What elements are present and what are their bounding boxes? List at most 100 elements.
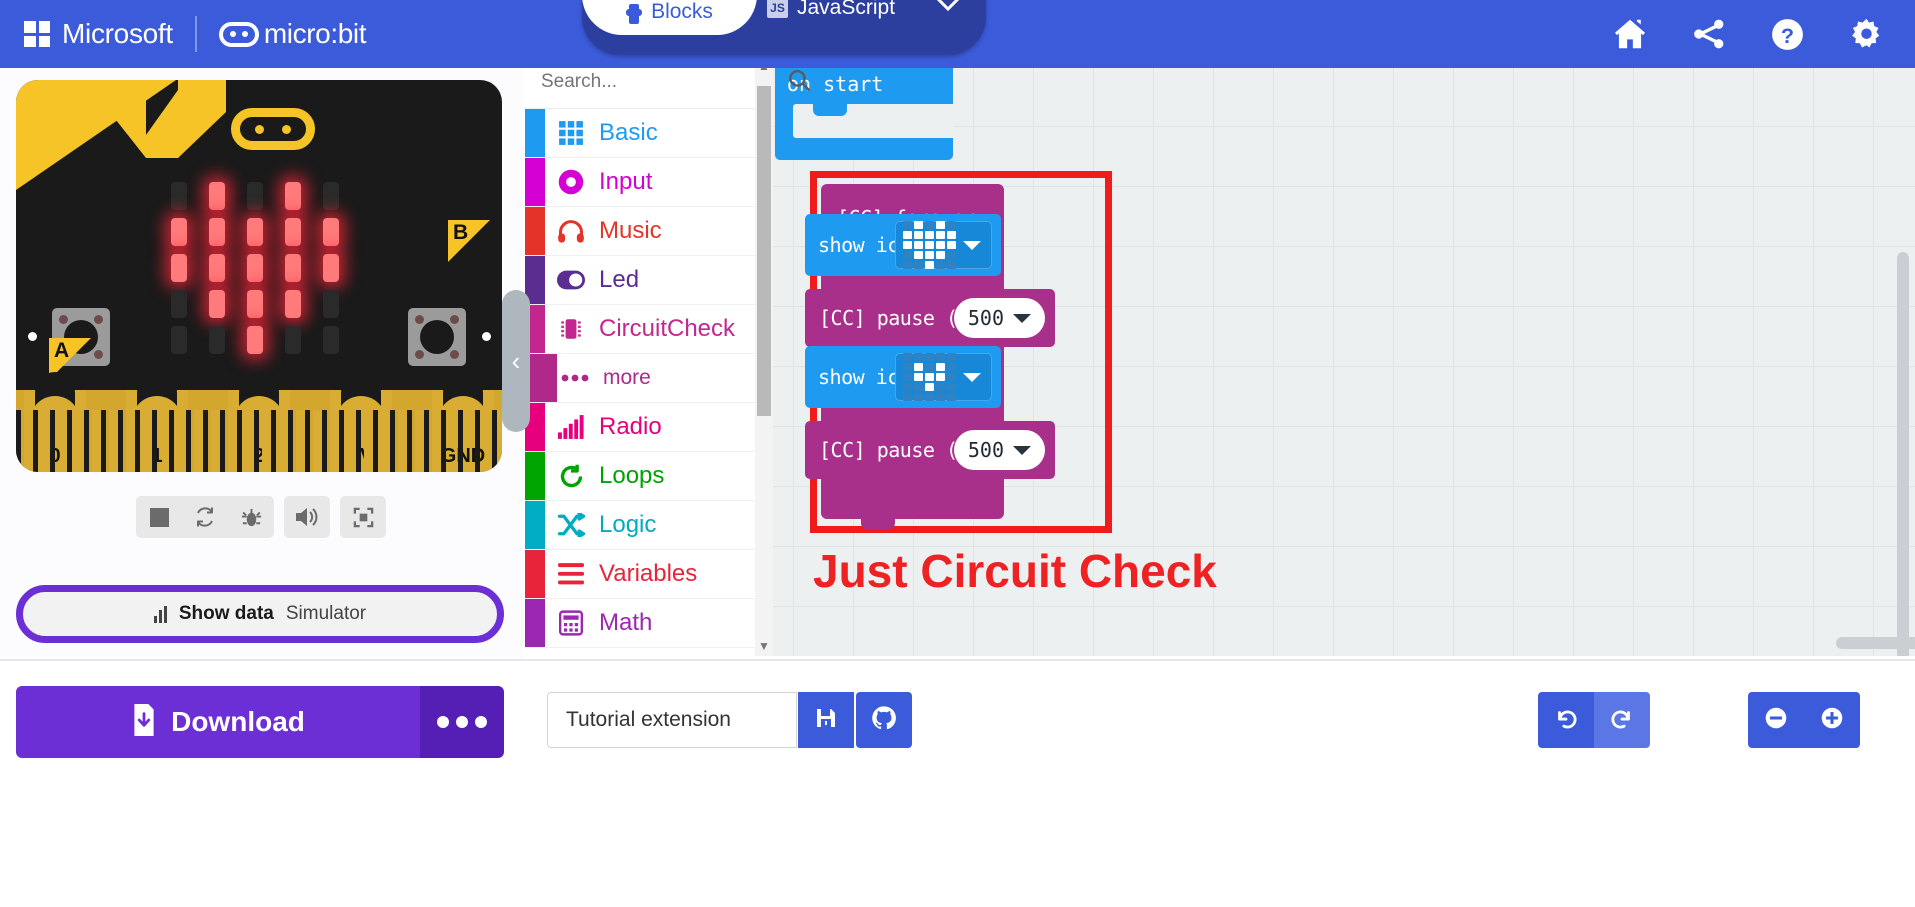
icon-led-2-4 — [947, 373, 956, 381]
led-1-0 — [171, 218, 187, 246]
search-icon[interactable] — [786, 67, 812, 98]
pause-value-field[interactable]: 500 — [953, 430, 1045, 470]
home-icon[interactable] — [1611, 15, 1649, 53]
github-button[interactable] — [856, 692, 912, 748]
toolbox-category-more[interactable]: more — [525, 354, 772, 403]
icon-led-4-4 — [947, 261, 956, 269]
board-connector-slot — [67, 410, 72, 472]
board-connector-slot — [135, 410, 140, 472]
icon-picker-field[interactable] — [895, 221, 992, 269]
microsoft-logo[interactable]: Microsoft — [24, 18, 173, 50]
board-connector-slot — [16, 410, 21, 472]
fullscreen-icon[interactable] — [340, 496, 386, 538]
svg-text:?: ? — [1781, 22, 1794, 47]
chevron-down-icon[interactable] — [935, 0, 961, 18]
icon-led-1-1 — [914, 231, 923, 239]
toolbox-category-circuitcheck[interactable]: CircuitCheck — [525, 305, 772, 354]
board-connector-slot — [220, 410, 225, 472]
restart-icon[interactable] — [182, 496, 228, 538]
help-icon[interactable]: ? — [1769, 16, 1806, 53]
gear-icon[interactable] — [1848, 16, 1885, 53]
chevron-down-icon — [1013, 313, 1031, 323]
icon-led-3-1 — [914, 251, 923, 259]
show-data-button[interactable]: Show data Simulator — [16, 585, 504, 643]
microbit-board[interactable]: A B 0123VGND — [16, 80, 502, 472]
icon-led-3-4 — [947, 383, 956, 391]
project-name-input[interactable] — [566, 708, 796, 732]
board-connector-slot — [492, 410, 497, 472]
board-connector-slot — [84, 410, 89, 472]
download-more-button[interactable] — [420, 686, 504, 758]
scroll-down-arrow-icon[interactable]: ▼ — [755, 636, 773, 656]
block-show-icon-0[interactable]: show icon — [805, 214, 1001, 276]
chip-icon — [557, 316, 585, 342]
icon-led-1-4 — [947, 363, 956, 371]
led-0-4 — [323, 182, 339, 210]
toolbox-scrollbar[interactable]: ▲ ▼ — [755, 56, 773, 656]
toolbox-scroll-thumb[interactable] — [757, 86, 771, 416]
icon-led-3-1 — [914, 383, 923, 391]
led-3-0 — [171, 290, 187, 318]
redo-button[interactable] — [1594, 692, 1650, 748]
toolbox-category-variables[interactable]: Variables — [525, 550, 772, 599]
icon-led-4-0 — [903, 261, 912, 269]
toolbox-category-loops[interactable]: Loops — [525, 452, 772, 501]
project-name-field[interactable] — [547, 692, 797, 748]
blocks-workspace[interactable]: on start [CC] forever show icon [CC] pau… — [773, 56, 1915, 656]
undo-button[interactable] — [1538, 692, 1594, 748]
board-connector-slot — [203, 410, 208, 472]
microsoft-squares-icon — [24, 21, 50, 47]
icon-led-1-1 — [914, 363, 923, 371]
tab-javascript[interactable]: JS JavaScript — [767, 0, 895, 35]
microbit-logo[interactable]: micro:bit — [218, 18, 367, 50]
makecode-editor: Microsoft micro:bit Blocks JS JavaScript — [0, 0, 1915, 907]
icon-picker-field[interactable] — [895, 353, 992, 401]
board-connector-slot — [288, 410, 293, 472]
sound-icon[interactable] — [284, 496, 330, 538]
zoom-in-button[interactable] — [1804, 692, 1860, 748]
pause-value-field[interactable]: 500 — [953, 298, 1045, 338]
board-button-b[interactable] — [408, 308, 466, 366]
toolbox-category-math[interactable]: Math — [525, 599, 772, 648]
microbit-wordmark: micro:bit — [263, 18, 367, 49]
icon-led-4-2 — [925, 261, 934, 269]
toolbox-category-led[interactable]: Led — [525, 256, 772, 305]
board-connector-slot — [237, 410, 242, 472]
tab-blocks[interactable]: Blocks — [582, 0, 757, 35]
led-4-2 — [247, 326, 263, 354]
icon-led-0-3 — [936, 353, 945, 361]
toolbox-category-logic[interactable]: Logic — [525, 501, 772, 550]
toolbox-category-music[interactable]: Music — [525, 207, 772, 256]
icon-led-1-2 — [925, 231, 934, 239]
led-matrix — [160, 178, 350, 358]
block-show-icon-2[interactable]: show icon — [805, 346, 1001, 408]
icon-led-2-2 — [925, 241, 934, 249]
pause-value: 500 — [967, 306, 1004, 330]
download-button[interactable]: Download — [16, 686, 420, 758]
share-icon[interactable] — [1691, 16, 1727, 52]
zoom-out-icon — [1763, 705, 1789, 736]
shuffle-icon — [557, 513, 585, 537]
stop-icon[interactable] — [136, 496, 182, 538]
toolbox-category-radio[interactable]: Radio — [525, 403, 772, 452]
loop-icon — [557, 463, 585, 490]
block-pause-3[interactable]: [CC] pause (ms) 500 — [805, 421, 1055, 479]
ellipsis-icon — [561, 372, 589, 384]
puzzle-icon — [626, 4, 643, 24]
toolbox-category-input[interactable]: Input — [525, 158, 772, 207]
workspace-vertical-scrollbar[interactable] — [1897, 252, 1909, 656]
led-4-4 — [323, 326, 339, 354]
save-button[interactable] — [798, 692, 854, 748]
toggle-icon — [557, 270, 585, 290]
board-connector-slot — [424, 410, 429, 472]
block-pause-1[interactable]: [CC] pause (ms) 500 — [805, 289, 1055, 347]
zoom-out-button[interactable] — [1748, 692, 1804, 748]
workspace-horizontal-scrollbar[interactable] — [1836, 637, 1915, 649]
board-connector-slot — [101, 410, 106, 472]
icon-led-2-2 — [925, 373, 934, 381]
search-input[interactable] — [541, 71, 786, 93]
simulator-collapse-handle[interactable]: ‹ — [502, 290, 530, 432]
toolbox-category-basic[interactable]: Basic — [525, 109, 772, 158]
debug-icon[interactable] — [228, 496, 274, 538]
board-logo-touch-icon[interactable] — [231, 108, 315, 150]
